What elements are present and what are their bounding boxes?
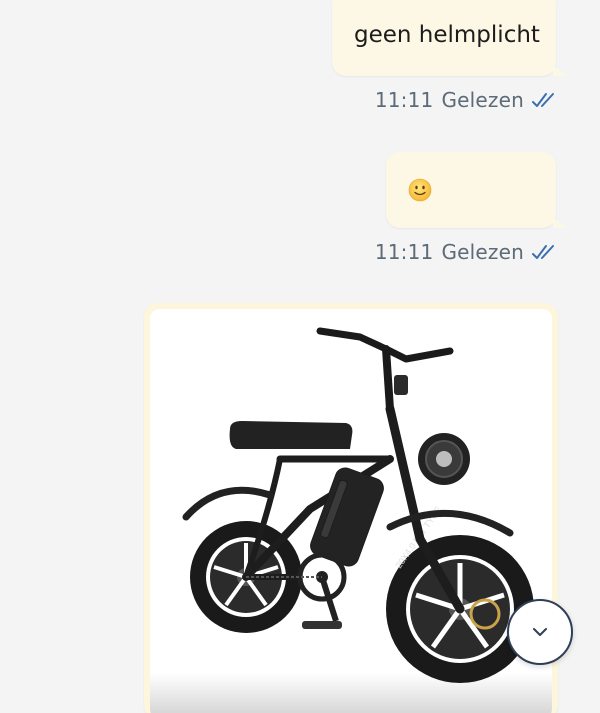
outgoing-message-bubble[interactable] <box>386 152 567 228</box>
message-meta: 11:11 Gelezen <box>375 240 558 264</box>
scroll-to-bottom-button[interactable] <box>507 599 573 665</box>
message-text: geen helmplicht <box>354 22 540 48</box>
message-time: 11:11 <box>374 88 434 112</box>
message-status: Gelezen <box>441 240 524 264</box>
message-meta: 11:11 Gelezen <box>375 88 558 112</box>
bike-seat <box>229 421 353 449</box>
outgoing-message-bubble[interactable]: geen helmplicht <box>332 0 567 76</box>
chat-view: geen helmplicht 11:11 Gelezen 11:11 Gele… <box>0 0 600 713</box>
photo-shade <box>150 673 552 713</box>
outgoing-image-message[interactable]: 20X4.0 FAT TYRE <box>144 303 558 713</box>
slightly-smiling-face-icon <box>408 178 432 202</box>
message-time: 11:11 <box>374 240 434 264</box>
double-check-icon <box>532 245 554 259</box>
chevron-down-icon <box>533 628 547 636</box>
ebike-illustration: 20X4.0 FAT TYRE <box>182 327 534 683</box>
double-check-icon <box>532 93 554 107</box>
message-status: Gelezen <box>441 88 524 112</box>
ebike-photo[interactable]: 20X4.0 FAT TYRE <box>150 309 552 713</box>
